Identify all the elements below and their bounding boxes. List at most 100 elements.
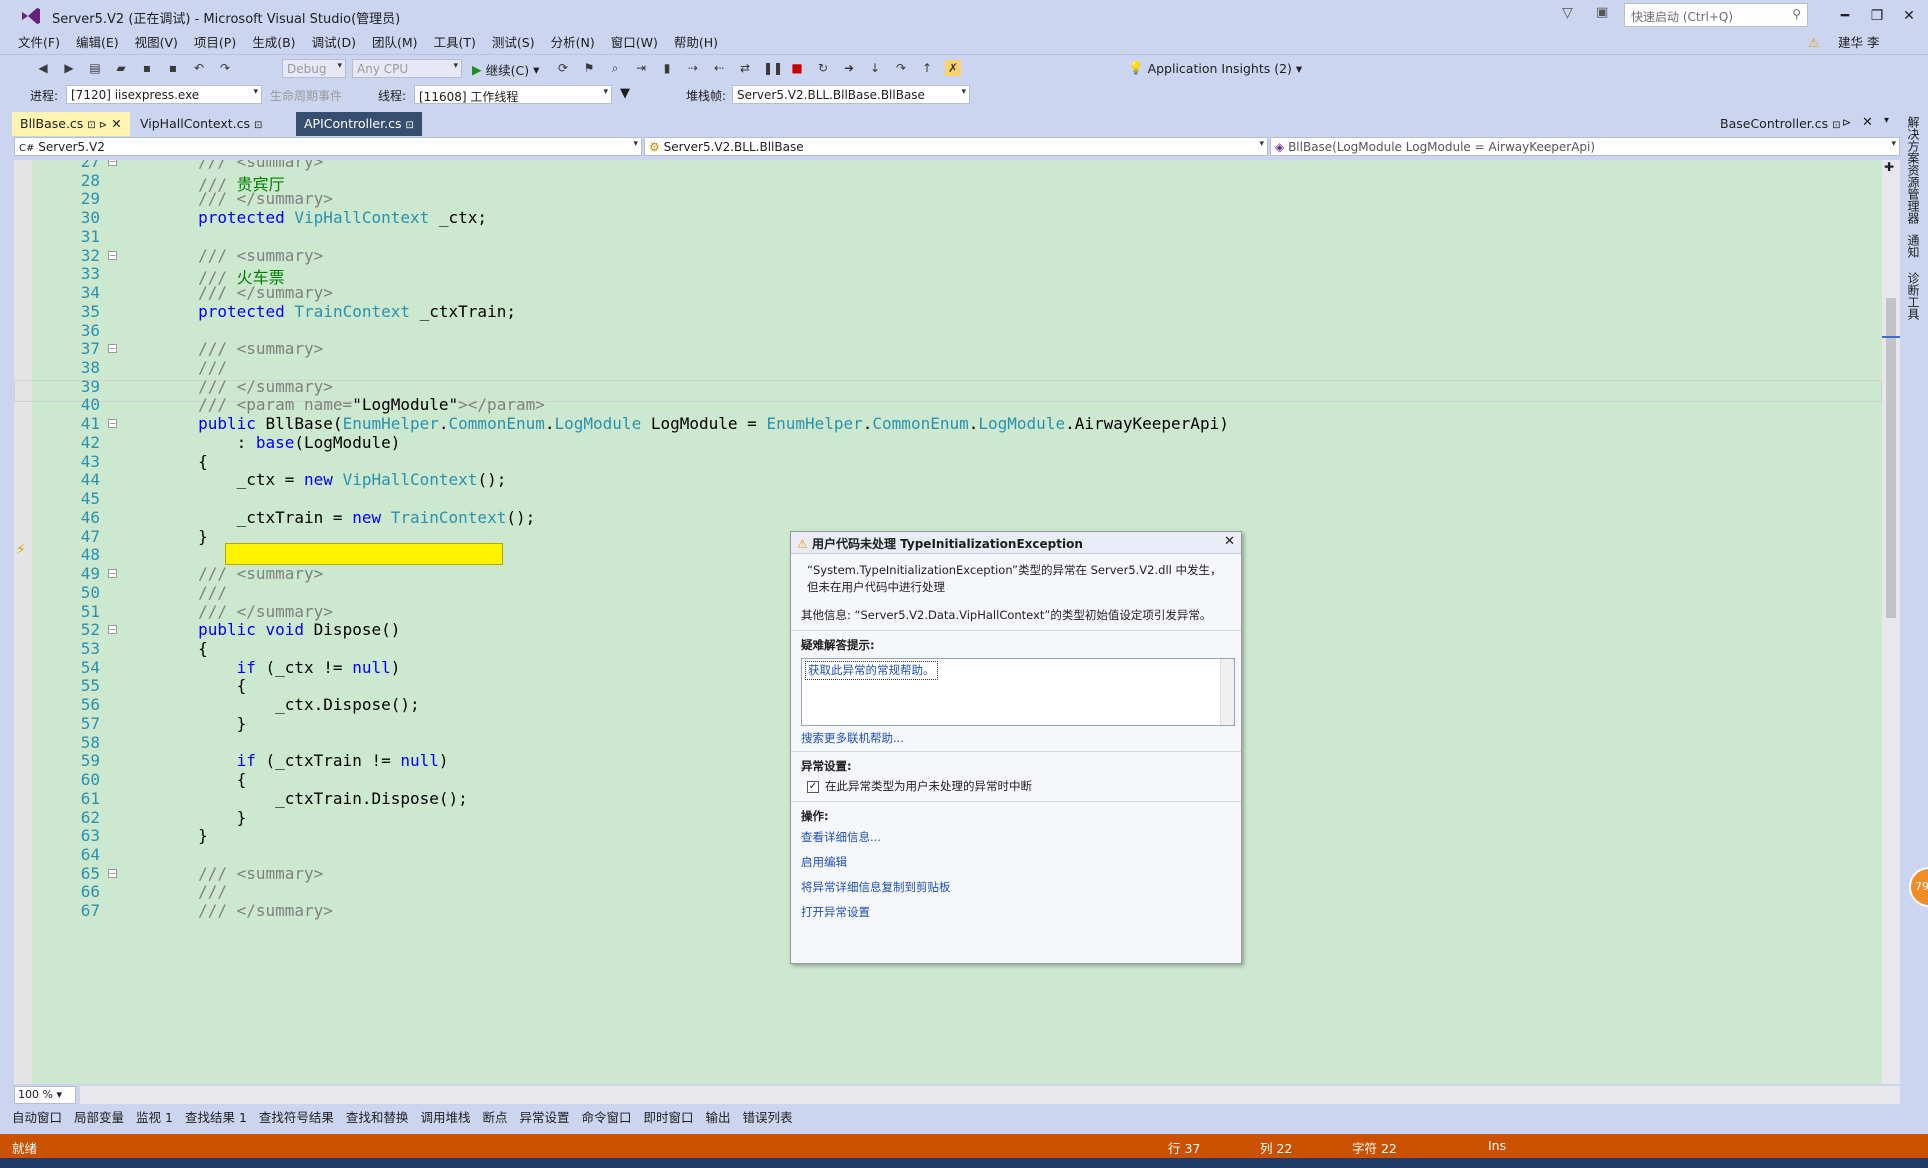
menu-file[interactable]: 文件(F) [18, 32, 60, 54]
tab-watch[interactable]: 监视 1 [136, 1104, 173, 1132]
horizontal-scrollbar[interactable] [80, 1086, 1900, 1104]
code-line[interactable]: /// </summary> [121, 901, 333, 920]
code-line[interactable]: /// </summary> [121, 602, 333, 621]
code-line[interactable]: protected VipHallContext _ctx; [121, 208, 487, 227]
member-dropdown[interactable]: ◈ BllBase(LogModule LogModule = AirwayKe… [1270, 137, 1900, 156]
code-line[interactable]: if (_ctx != null) [121, 658, 401, 677]
code-line[interactable]: /// </summary> [121, 189, 333, 208]
step-over-icon[interactable]: ↷ [893, 60, 909, 76]
continue-button[interactable]: ▶ 继续(C) ▾ [472, 60, 539, 79]
code-line[interactable]: /// <summary> [121, 564, 323, 583]
code-line[interactable]: { [121, 676, 247, 695]
menu-edit[interactable]: 编辑(E) [76, 32, 119, 54]
code-line[interactable]: } [121, 808, 247, 827]
prev-bookmark-icon[interactable]: ⇠ [711, 60, 727, 76]
menu-tools[interactable]: 工具(T) [434, 32, 476, 54]
enable-edit-link[interactable]: 启用编辑 [801, 850, 1231, 875]
tab-exception-settings[interactable]: 异常设置 [519, 1104, 569, 1132]
vertical-scrollbar[interactable]: ✚ [1882, 160, 1900, 1084]
tab-breakpoints[interactable]: 断点 [482, 1104, 507, 1132]
stack-frame-select[interactable]: Server5.V2.BLL.BllBase.BllBase ▾ [732, 85, 970, 104]
diagnostic-tools-tab[interactable]: 诊断工具 [1905, 272, 1922, 320]
scroll-thumb[interactable] [1886, 298, 1896, 618]
break-checkbox[interactable]: ✓ [807, 780, 819, 793]
stop-icon[interactable]: ■ [789, 60, 805, 76]
process-select[interactable]: [7120] iisexpress.exe ▾ [66, 85, 262, 104]
zoom-select[interactable]: 100 % ▾ [14, 1086, 76, 1104]
collapse-icon[interactable]: − [108, 344, 117, 354]
filter-threads-icon[interactable]: ▼ [620, 86, 630, 101]
solution-explorer-tab[interactable]: 解决方案资源管理器 [1905, 116, 1922, 224]
thread-select[interactable]: [11608] 工作线程 ▾ [414, 85, 612, 104]
configuration-select[interactable]: Debug ▾ [282, 59, 346, 78]
tab-autos[interactable]: 自动窗口 [12, 1104, 62, 1132]
tab-viphallcontext[interactable]: VipHallContext.cs ⊡ [132, 112, 270, 136]
code-line[interactable]: /// <summary> [121, 864, 323, 883]
copy-details-link[interactable]: 将异常详细信息复制到剪贴板 [801, 875, 1231, 900]
close-popup-button[interactable]: ✕ [1224, 534, 1235, 549]
new-project-icon[interactable]: ▤ [87, 60, 103, 76]
code-line[interactable]: public void Dispose() [121, 620, 400, 639]
platform-select[interactable]: Any CPU ▾ [352, 59, 462, 78]
hints-scrollbar[interactable] [1220, 659, 1234, 725]
code-line[interactable]: /// [121, 583, 227, 602]
tab-error-list[interactable]: 错误列表 [743, 1104, 793, 1132]
code-line[interactable]: /// <param name="LogModule"></param> [121, 395, 545, 414]
tab-command-window[interactable]: 命令窗口 [581, 1104, 631, 1132]
code-line[interactable]: /// <summary> [121, 246, 323, 265]
minimize-button[interactable]: ━ [1830, 4, 1860, 28]
code-line[interactable]: } [121, 826, 208, 845]
menu-project[interactable]: 项目(P) [194, 32, 236, 54]
code-line[interactable]: } [121, 527, 208, 546]
filter-icon[interactable]: ▽ [1562, 5, 1573, 21]
application-insights-button[interactable]: 💡 Application Insights (2) ▾ [1128, 60, 1302, 76]
tab-find-replace[interactable]: 查找和替换 [346, 1104, 409, 1132]
step-out-icon[interactable]: ↑ [919, 60, 935, 76]
code-line[interactable]: : base(LogModule) [121, 433, 401, 452]
quick-launch-input[interactable]: 快速启动 (Ctrl+Q) ⚲ [1624, 3, 1808, 27]
find-icon[interactable]: ⌕ [607, 60, 623, 76]
warning-icon[interactable]: ⚠ [1808, 32, 1819, 54]
collapse-icon[interactable]: − [108, 625, 117, 635]
notification-icon[interactable]: ▣ [1596, 5, 1608, 20]
code-line[interactable]: /// [121, 882, 227, 901]
tab-immediate-window[interactable]: 即时窗口 [644, 1104, 694, 1132]
step-icon[interactable]: ⇥ [633, 60, 649, 76]
search-online-link[interactable]: 搜索更多联机帮助... [801, 726, 1231, 751]
hint-link[interactable]: 获取此异常的常规帮助。 [805, 661, 938, 680]
back-icon[interactable]: ◀ [35, 60, 51, 76]
close-button[interactable]: ✕ [1894, 4, 1924, 28]
menu-help[interactable]: 帮助(H) [674, 32, 718, 54]
code-line[interactable]: } [121, 714, 247, 733]
code-line[interactable]: /// <summary> [121, 160, 323, 171]
restart-debug-icon[interactable]: ↻ [815, 60, 831, 76]
clear-bookmarks-icon[interactable]: ⇄ [737, 60, 753, 76]
tab-call-stack[interactable]: 调用堆栈 [420, 1104, 470, 1132]
collapse-icon[interactable]: − [108, 160, 117, 166]
tab-apicontroller[interactable]: APIController.cs ⊡ [296, 112, 422, 136]
code-line[interactable]: _ctxTrain.Dispose(); [121, 789, 468, 808]
save-icon[interactable]: ▪ [139, 60, 155, 76]
split-icon[interactable]: ✚ [1884, 160, 1894, 174]
tab-find-results[interactable]: 查找结果 1 [185, 1104, 247, 1132]
browser-link-icon[interactable]: ⚑ [581, 60, 597, 76]
bookmark-icon[interactable]: ▮ [659, 60, 675, 76]
close-icon[interactable]: ✕ [1862, 115, 1873, 130]
notifications-tab[interactable]: 通知 [1905, 234, 1922, 258]
tab-bllbase[interactable]: BllBase.cs ⊡ ⊳ ✕ [12, 112, 130, 136]
view-details-link[interactable]: 查看详细信息... [801, 825, 1231, 850]
undo-icon[interactable]: ↶ [191, 60, 207, 76]
code-line[interactable]: /// [121, 358, 227, 377]
breakpoint-margin[interactable] [14, 160, 32, 1084]
code-line[interactable]: public BllBase(EnumHelper.CommonEnum.Log… [121, 414, 1229, 433]
menu-analyze[interactable]: 分析(N) [551, 32, 595, 54]
menu-view[interactable]: 视图(V) [135, 32, 178, 54]
save-all-icon[interactable]: ▪ [165, 60, 181, 76]
tab-output[interactable]: 输出 [706, 1104, 731, 1132]
code-line[interactable]: _ctx = new VipHallContext(); [121, 470, 507, 489]
project-dropdown[interactable]: C# Server5.V2 ▾ [14, 137, 642, 156]
redo-icon[interactable]: ↷ [217, 60, 233, 76]
forward-icon[interactable]: ▶ [61, 60, 77, 76]
collapse-icon[interactable]: − [108, 419, 117, 429]
code-line[interactable]: /// <summary> [121, 339, 323, 358]
